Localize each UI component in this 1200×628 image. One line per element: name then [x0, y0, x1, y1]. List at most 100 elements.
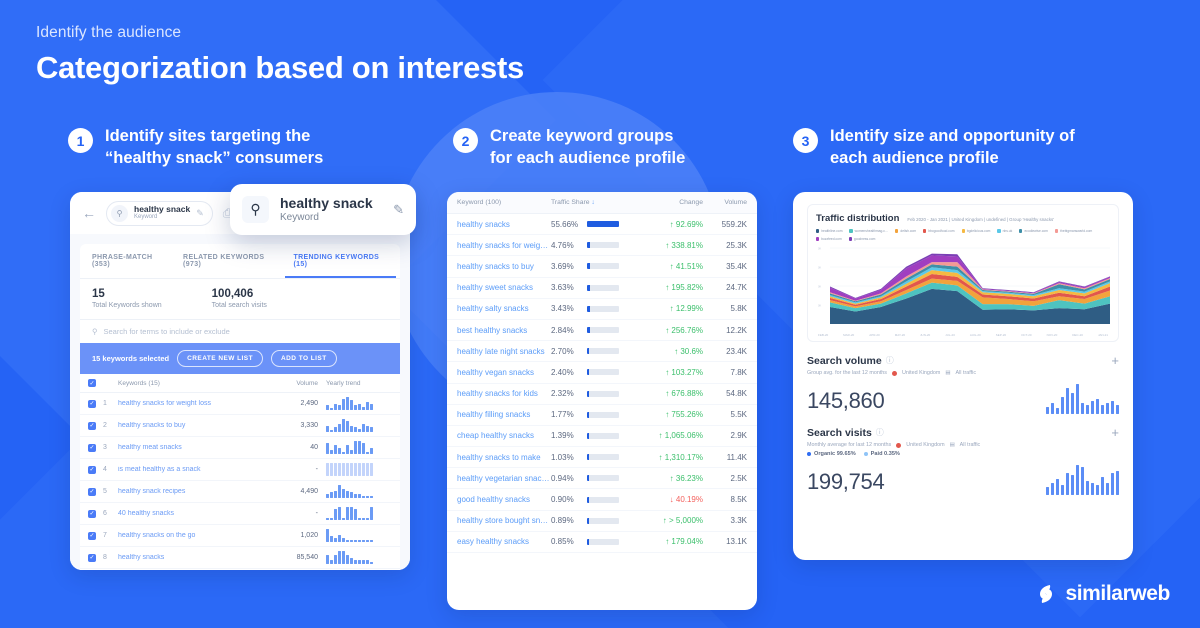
table-row[interactable]: ✓9easy healthy snacks1,180: [80, 569, 400, 570]
select-all-checkbox[interactable]: ✓: [88, 379, 96, 387]
row-keyword[interactable]: healthy sweet snacks: [457, 283, 551, 292]
info-icon[interactable]: ⓘ: [876, 427, 884, 438]
row-keyword[interactable]: healthy snack recipes: [114, 488, 278, 495]
table-row[interactable]: healthy vegan snacks 2.40% ↑ 103.27% 7.8K: [447, 362, 757, 384]
tab-phrase-match[interactable]: PHRASE-MATCH (353): [84, 244, 175, 278]
keyword-filter-input[interactable]: ⚲ Search for terms to include or exclude: [80, 319, 400, 343]
stat-total-visits: 100,406 Total search visits: [212, 288, 267, 309]
chart-legend: healthline.com womenshealthmag.c… delish.c…: [816, 229, 1110, 241]
table-row[interactable]: best healthy snacks 2.84% ↑ 256.76% 12.2K: [447, 320, 757, 342]
row-checkbox[interactable]: ✓: [88, 465, 96, 474]
table-row[interactable]: easy healthy snacks 0.85% ↑ 179.04% 13.1K: [447, 532, 757, 553]
row-volume: 25.3K: [726, 240, 747, 250]
row-change: ↑ 755.26%: [665, 410, 703, 420]
row-checkbox[interactable]: ✓: [88, 421, 96, 430]
step-number-1: 1: [68, 128, 93, 153]
plus-icon[interactable]: +: [1111, 354, 1119, 367]
row-change: ↑ 256.76%: [665, 325, 703, 335]
svg-text:0K: 0K: [818, 304, 821, 308]
row-share-bar: [587, 496, 619, 503]
search-visits-sparkline: [1045, 465, 1119, 495]
add-to-list-button[interactable]: ADD TO LIST: [271, 350, 337, 367]
row-change: ↓ 40.19%: [669, 495, 703, 505]
row-keyword[interactable]: healthy snacks to buy: [114, 422, 278, 429]
row-checkbox[interactable]: ✓: [88, 399, 96, 408]
card1-body: PHRASE-MATCH (353) RELATED KEYWORDS (973…: [70, 234, 410, 570]
table-row[interactable]: ✓ 8 healthy snacks 85,540: [80, 547, 400, 569]
row-checkbox[interactable]: ✓: [88, 443, 96, 452]
table-row[interactable]: cheap healthy snacks 1.39% ↑ 1,065.06% 2.9K: [447, 426, 757, 448]
row-keyword[interactable]: healthy salty snacks: [457, 304, 551, 313]
row-keyword[interactable]: healthy vegan snacks: [457, 368, 551, 377]
search-volume-sparkline: [1045, 384, 1119, 414]
pencil-icon[interactable]: ✎: [393, 202, 404, 218]
row-checkbox[interactable]: ✓: [88, 509, 96, 518]
table-row[interactable]: ✓ 4 is meat healthy as a snack -: [80, 459, 400, 481]
table-row[interactable]: healthy sweet snacks 3.63% ↑ 195.82% 24.7K: [447, 278, 757, 299]
col-header-keywords: Keywords (15): [118, 379, 160, 387]
row-checkbox[interactable]: ✓: [88, 487, 96, 496]
row-checkbox[interactable]: ✓: [88, 531, 96, 540]
page-header: Identify the audience Categorization bas…: [36, 24, 524, 86]
stat-total-keywords: 15 Total Keywords shown: [92, 288, 162, 309]
row-keyword[interactable]: healthy snacks for kids: [457, 389, 551, 398]
row-keyword[interactable]: is meat healthy as a snack: [114, 466, 278, 473]
row-keyword[interactable]: best healthy snacks: [457, 326, 551, 335]
tab-trending-keywords[interactable]: TRENDING KEYWORDS (15): [285, 244, 396, 278]
arrow-left-icon[interactable]: ←: [82, 205, 96, 221]
table-row[interactable]: ✓ 5 healthy snack recipes 4,490: [80, 481, 400, 503]
table-row[interactable]: healthy filling snacks 1.77% ↑ 755.26% 5.5K: [447, 405, 757, 426]
tab-related-keywords[interactable]: RELATED KEYWORDS (973): [175, 244, 285, 278]
row-volume: 40: [310, 444, 318, 451]
sort-desc-icon[interactable]: ↓: [591, 199, 594, 206]
row-keyword[interactable]: healthy snacks: [114, 554, 278, 561]
pencil-icon[interactable]: ✎: [196, 208, 204, 219]
table-row[interactable]: healthy snacks to make 1.03% ↑ 1,310.17% 11…: [447, 447, 757, 469]
row-keyword[interactable]: 40 healthy snacks: [114, 510, 278, 517]
row-keyword[interactable]: cheap healthy snacks: [457, 431, 551, 440]
row-share-bar: [587, 432, 619, 439]
row-keyword[interactable]: healthy snacks to make: [457, 453, 551, 462]
search-visits-meta: Monthly average for last 12 months: [807, 442, 892, 448]
table-row[interactable]: healthy snacks for kids 2.32% ↑ 676.88% 54.…: [447, 384, 757, 405]
col-header-trend: Yearly trend: [326, 379, 361, 387]
plus-icon[interactable]: +: [1111, 426, 1119, 439]
row-volume: 5.5K: [730, 410, 747, 420]
table-row[interactable]: healthy late night snacks 2.70% ↑ 30.6% 23.…: [447, 341, 757, 363]
row-keyword[interactable]: good healthy snacks: [457, 495, 551, 504]
table-row[interactable]: good healthy snacks 0.90% ↓ 40.19% 8.5K: [447, 489, 757, 511]
row-keyword[interactable]: healthy store bought sn…: [457, 516, 551, 525]
row-keyword[interactable]: healthy snacks to buy: [457, 262, 551, 271]
row-index: 8: [103, 554, 107, 561]
row-keyword[interactable]: healthy snacks for weig…: [457, 241, 551, 250]
row-share: 3.69%: [551, 261, 574, 271]
legend-item: goodness.com: [848, 237, 875, 241]
table-row[interactable]: healthy store bought sn… 0.89% ↑ > 5,000% 3…: [447, 511, 757, 532]
table-row[interactable]: ✓ 7 healthy snacks on the go 1,020: [80, 525, 400, 547]
keyword-search-overlay[interactable]: ⚲ healthy snack Keyword ✎: [230, 184, 416, 235]
create-new-list-button[interactable]: CREATE NEW LIST: [177, 350, 263, 367]
row-keyword[interactable]: healthy snacks for weight loss: [114, 400, 278, 407]
table-row[interactable]: ✓ 3 healthy meat snacks 40: [80, 437, 400, 459]
table-row[interactable]: healthy snacks to buy 3.69% ↑ 41.51% 35.4K: [447, 256, 757, 278]
step-title-1: Identify sites targeting the “healthy sn…: [105, 127, 324, 167]
row-keyword[interactable]: easy healthy snacks: [457, 537, 551, 546]
row-keyword[interactable]: healthy snacks: [457, 220, 551, 229]
row-keyword[interactable]: healthy meat snacks: [114, 444, 278, 451]
row-keyword[interactable]: healthy snacks on the go: [114, 532, 278, 539]
row-keyword[interactable]: healthy vegetarian snac…: [457, 474, 551, 483]
keyword-pill[interactable]: ⚲ healthy snack Keyword ✎: [106, 200, 213, 226]
table-row[interactable]: ✓ 6 40 healthy snacks -: [80, 503, 400, 525]
table-row[interactable]: healthy snacks 55.66% ↑ 92.69% 559.2K: [447, 214, 757, 236]
row-checkbox[interactable]: ✓: [88, 553, 96, 562]
table-row[interactable]: healthy snacks for weig… 4.76% ↑ 338.81% 25…: [447, 235, 757, 257]
step-number-3: 3: [793, 128, 818, 153]
table-row[interactable]: ✓ 2 healthy snacks to buy 3,330: [80, 415, 400, 437]
table-row[interactable]: ✓ 1 healthy snacks for weight loss 2,490: [80, 393, 400, 415]
table-row[interactable]: healthy salty snacks 3.43% ↑ 12.99% 5.8K: [447, 299, 757, 320]
row-keyword[interactable]: healthy filling snacks: [457, 410, 551, 419]
info-icon[interactable]: ⓘ: [886, 355, 894, 366]
table-row[interactable]: healthy vegetarian snac… 0.94% ↑ 36.23% 2.5…: [447, 468, 757, 490]
row-share: 2.40%: [551, 367, 574, 377]
row-keyword[interactable]: healthy late night snacks: [457, 347, 551, 356]
